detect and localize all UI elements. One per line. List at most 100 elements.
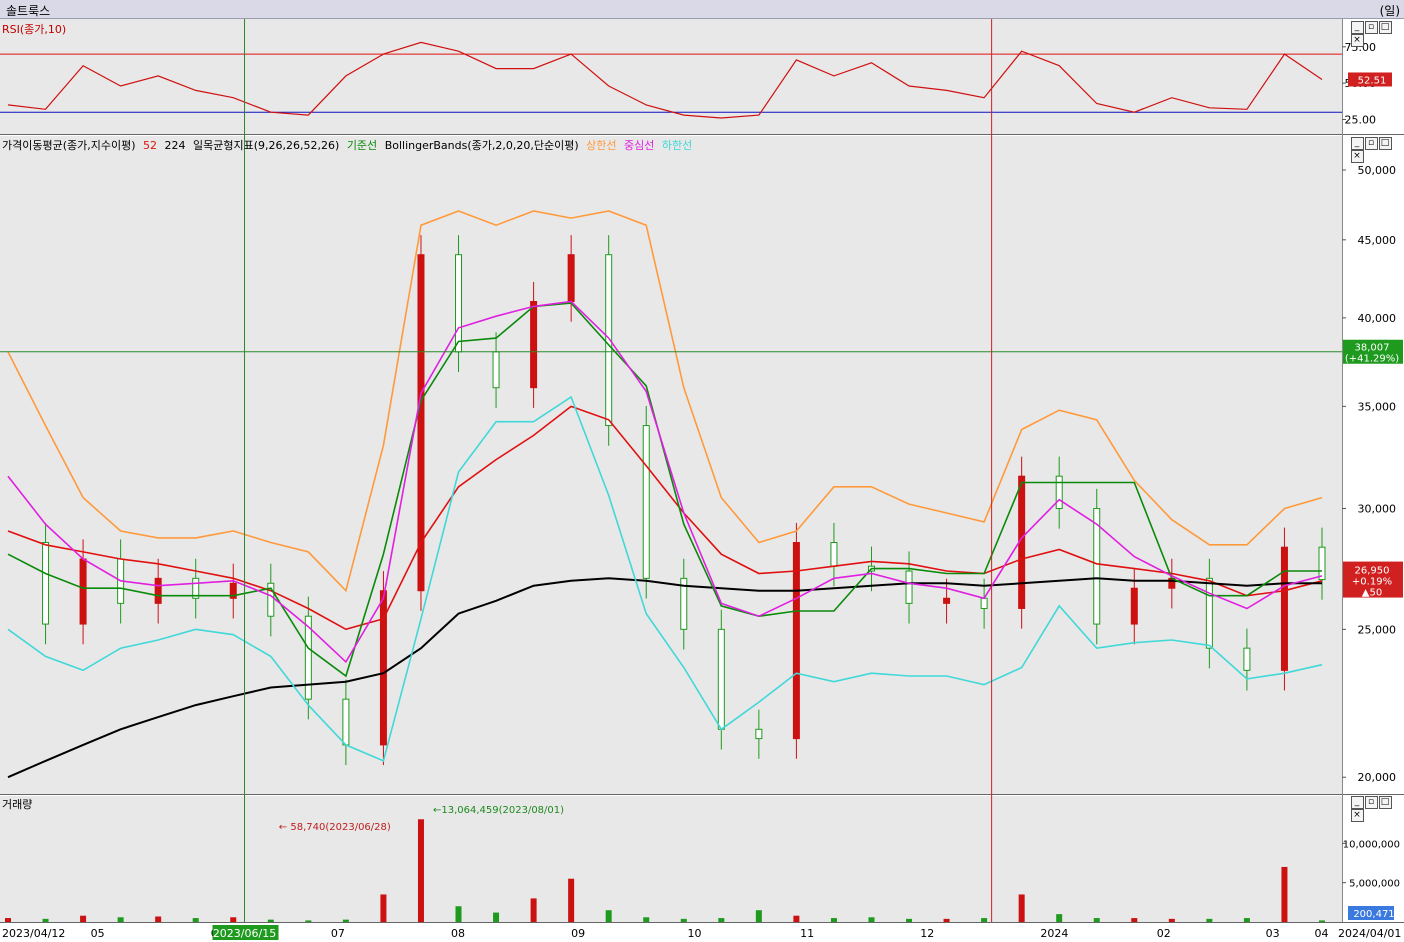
rsi-legend[interactable]: RSI(종가,10)	[2, 21, 70, 37]
bb-upper-legend: 상한선	[586, 139, 617, 152]
last-pct: +0.19%	[1352, 577, 1392, 588]
volume-bar	[1131, 918, 1138, 922]
candle-body	[79, 558, 87, 625]
candle-body	[830, 542, 838, 567]
x-axis-label: 2023/04/12	[2, 927, 65, 940]
x-axis-label: 02	[1157, 927, 1171, 940]
candle-body	[530, 301, 538, 389]
volume-bar	[1056, 914, 1063, 922]
x-axis-label: 03	[1266, 927, 1280, 940]
volume-max-label: ←13,064,459(2023/08/01)	[433, 805, 564, 816]
x-axis-label: 11	[800, 927, 814, 940]
volume-bar	[1319, 920, 1325, 922]
price-tick-label: 45,000	[1358, 234, 1397, 247]
volume-bar	[568, 878, 575, 922]
candle-body	[1205, 577, 1213, 649]
period-label[interactable]: (일)	[1380, 2, 1400, 19]
candle-body	[342, 698, 350, 746]
volume-bar	[1093, 918, 1100, 922]
volume-bar	[906, 918, 913, 922]
price-window-buttons[interactable]: _ ▫ □ ×	[1350, 137, 1404, 163]
close-icon[interactable]: ×	[1351, 809, 1364, 822]
price-pane	[0, 136, 1342, 794]
price-tick-label: 40,000	[1358, 312, 1397, 325]
ichimoku-legend: 일목균형지표(9,26,26,52,26)	[193, 139, 340, 152]
price-tick-label: 30,000	[1358, 503, 1397, 516]
x-axis-label: 09	[571, 927, 585, 940]
rsi-tick-label: 25.00	[1345, 113, 1377, 126]
rsi-window-buttons[interactable]: _ ▫ □ ×	[1350, 21, 1404, 47]
ma52-legend: 52	[143, 139, 158, 152]
x-axis-label: 08	[451, 927, 465, 940]
candle-body	[717, 628, 725, 730]
candle-body	[455, 254, 463, 353]
volume-bar	[1206, 918, 1213, 922]
candle-body	[642, 425, 650, 579]
volume-bar	[80, 915, 87, 922]
last-price: 26,950	[1355, 566, 1390, 577]
volume-bar	[793, 915, 800, 922]
maximize-icon[interactable]: □	[1379, 137, 1392, 150]
volume-bar	[192, 918, 199, 922]
restore-icon[interactable]: ▫	[1365, 21, 1378, 34]
volume-bar	[605, 910, 612, 922]
price-tick-label: 35,000	[1358, 400, 1397, 413]
candle-body	[492, 351, 500, 389]
volume-bar	[342, 919, 349, 922]
restore-icon[interactable]: ▫	[1365, 796, 1378, 809]
bb-mid-legend: 중심선	[624, 139, 655, 152]
price-legend[interactable]: 가격이동평균(종가,지수이평) 52 224 일목균형지표(9,26,26,52…	[2, 137, 696, 153]
volume-bar	[530, 898, 537, 922]
maximize-icon[interactable]: □	[1379, 21, 1392, 34]
minimize-icon[interactable]: _	[1351, 796, 1364, 809]
maximize-icon[interactable]: □	[1379, 796, 1392, 809]
chart-canvas[interactable]: 50,000 45,000 40,000 35,000 30,000 25,000 20,0…	[0, 19, 1404, 942]
volume-bar	[417, 819, 424, 922]
candle-body	[567, 254, 575, 303]
volume-bar	[267, 919, 274, 922]
rsi-last-value: 52.51	[1358, 75, 1387, 86]
x-axis-label: 2024/04/01	[1338, 927, 1401, 940]
rsi-pane	[0, 19, 1342, 134]
x-axis-label: 07	[331, 927, 345, 940]
bb-lower-legend: 하한선	[661, 139, 693, 152]
x-axis-crosshair-label: 2023/06/15	[213, 927, 276, 940]
restore-icon[interactable]: ▫	[1365, 137, 1378, 150]
ma224-legend: 224	[164, 139, 186, 152]
title-bar: 솔트룩스 (일)	[0, 0, 1404, 19]
candle-body	[1318, 546, 1326, 581]
x-axis-label: 12	[920, 927, 934, 940]
candle-body	[943, 597, 951, 604]
minimize-icon[interactable]: _	[1351, 137, 1364, 150]
volume-bar	[755, 910, 762, 922]
volume-bar	[718, 918, 725, 922]
close-icon[interactable]: ×	[1351, 150, 1364, 163]
candle-body	[1130, 587, 1138, 625]
crosshair-value: 38,007	[1355, 343, 1390, 354]
minimize-icon[interactable]: _	[1351, 21, 1364, 34]
rsi-legend-text: RSI(종가,10)	[2, 23, 67, 36]
bb-legend: BollingerBands(종가,2,0,20,단순이평)	[384, 139, 579, 152]
volume-bar	[493, 912, 500, 922]
volume-min-label: ← 58,740(2023/06/28)	[279, 822, 391, 833]
volume-bar	[42, 918, 49, 922]
x-axis-label: 04	[1314, 927, 1328, 940]
close-icon[interactable]: ×	[1351, 34, 1364, 47]
candle-body	[755, 728, 763, 740]
volume-bar	[981, 918, 988, 922]
ma-legend: 가격이동평균(종가,지수이평)	[2, 139, 136, 152]
x-axis-label: 10	[688, 927, 702, 940]
volume-bar	[117, 917, 124, 922]
candle-body	[980, 597, 988, 609]
volume-window-buttons[interactable]: _ ▫ □ ×	[1350, 796, 1404, 822]
volume-bar	[1168, 918, 1175, 922]
price-tick-label: 20,000	[1358, 771, 1397, 784]
volume-last-value: 200,471	[1353, 909, 1394, 920]
volume-legend[interactable]: 거래량	[2, 796, 36, 812]
volume-bar	[5, 918, 11, 922]
candle-body	[42, 542, 50, 625]
volume-bar	[155, 916, 162, 922]
volume-bar	[230, 917, 237, 922]
volume-bar	[1243, 918, 1250, 922]
price-tick-label: 50,000	[1358, 164, 1397, 177]
